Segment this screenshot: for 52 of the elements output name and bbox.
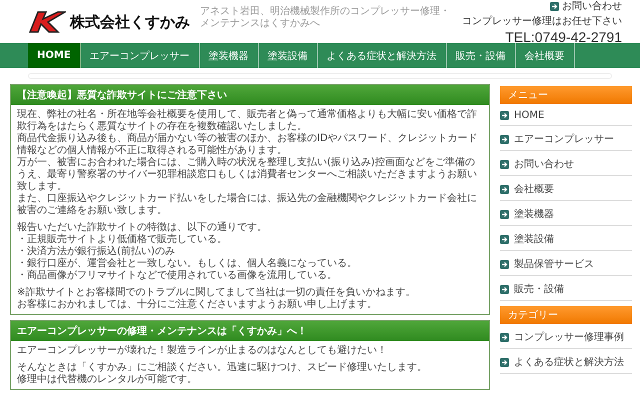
arrow-square-icon <box>500 210 509 218</box>
sidebar-heading: メニュー <box>500 86 632 104</box>
catchphrase: コンプレッサー修理はお任せ下さい <box>462 14 622 28</box>
tagline: アネスト岩田、明治機械製作所のコンプレッサー修理・メンテナンスはくすかみへ <box>200 6 451 30</box>
arrow-square-icon <box>500 358 509 366</box>
arrow-square-icon <box>500 111 509 120</box>
sidebar-link[interactable]: 製品保管サービス <box>500 254 632 276</box>
arrow-square-icon <box>500 260 509 268</box>
phone-number: TEL:0749-42-2791 <box>505 29 622 45</box>
sidebar-link[interactable]: 会社概要 <box>500 179 632 201</box>
sidebar-link[interactable]: 塗装機器 <box>500 204 632 226</box>
article-title: 【注意喚起】悪質な詐欺サイトにご注意下さい <box>11 85 489 105</box>
contact-link[interactable]: お問い合わせ <box>550 0 622 13</box>
article-text: そんなときは「くすかみ」にご相談ください。迅速に駆けつけ、スピード修理いたします。 <box>17 362 428 374</box>
article-text: 商品代金振り込み後も、商品が届かない等の被害のほか、お客様のIDやパスワード、クレジットカード情報などの個人情報が不正に取得される可能性があります。 <box>17 133 479 156</box>
nav-item[interactable]: 塗装機器 <box>200 43 259 68</box>
nav-item[interactable]: HOME <box>28 43 81 68</box>
sidebar-link[interactable]: お問い合わせ <box>500 154 632 176</box>
sidebar-link[interactable]: 販売・設備 <box>500 279 632 301</box>
sidebar-link[interactable]: HOME <box>500 107 632 126</box>
article-title: エアーコンプレッサーの修理・メンテナンスは「くすかみ」へ！ <box>11 321 489 341</box>
nav-item[interactable]: 塗装設備 <box>258 43 318 68</box>
article-text: お客様におかれましては、十分にご注意くださいますようお願い申し上げます。 <box>17 299 378 311</box>
nav-item[interactable]: よくある症状と解決方法 <box>318 43 447 68</box>
article-text: ・商品画像がフリマサイトなどで使用されている画像を流用している。 <box>17 270 338 282</box>
arrow-square-icon <box>500 234 509 244</box>
sidebar-heading: カテゴリー <box>500 306 632 324</box>
arrow-square-icon <box>500 160 509 168</box>
sidebar-link[interactable]: よくある症状と解決方法 <box>500 352 632 374</box>
k-logo-icon <box>28 10 66 34</box>
article-text: ※詐欺サイトとお客様間でのトラブルに関してまして当社は一切の責任を負いかねます。 <box>17 287 416 298</box>
sidebar-link[interactable]: コンプレッサー修理事例 <box>500 327 632 349</box>
arrow-square-icon <box>500 332 509 342</box>
article-text: 現在、弊社の社名・所在地等会社概要を使用して、販売者と偽って通常価格よりも大幅に安い価格で詐欺行為をはたらく悪質なサイトの存在を複数確認いたしました。 <box>17 109 478 132</box>
company-name: 株式会社くすかみ <box>70 12 190 32</box>
article-text: 報告いただいた詐欺サイトの特徴は、以下の通りです。 <box>17 222 268 234</box>
nav-item[interactable]: エアーコンプレッサー <box>80 43 200 68</box>
sidebar-link[interactable]: 塗装設備 <box>500 229 632 251</box>
nav-item[interactable]: 販売・設備 <box>446 43 516 68</box>
article-text: エアーコンプレッサーが壊れた！製造ラインが止まるのはなんとしても避けたい！ <box>17 345 388 357</box>
arrow-square-icon <box>550 2 559 10</box>
article-text: 修理中は代替機のレンタルが可能です。 <box>17 374 198 386</box>
article-text: 万が一、被害にお合われた場合には、ご購入時の状況を整理し支払い(振り込み)控画面などをご準備のうえ、最寄り警察署のサイバー犯罪相談窓口もしくは消費者センターへご相談いただきますようお願い致します。 <box>17 157 478 192</box>
article-text: ・正規販売サイトより低価格で販売している。 <box>17 234 228 246</box>
sidebar-link[interactable]: エアーコンプレッサー <box>500 129 632 151</box>
article-text: ・決済方法が銀行振込(前払い)のみ <box>17 246 176 258</box>
arrow-square-icon <box>500 184 509 194</box>
article-text: また、口座振込やクレジットカード払いをした場合には、振込先の金融機関やクレジットカード会社に被害のご連絡をお願い致します。 <box>17 193 478 217</box>
arrow-square-icon <box>500 284 509 294</box>
arrow-square-icon <box>500 134 509 144</box>
article-text: ・銀行口座が、運営会社と一致しない。もしくは、個人名義になっている。 <box>17 258 358 270</box>
nav-item[interactable]: 会社概要 <box>516 43 575 68</box>
